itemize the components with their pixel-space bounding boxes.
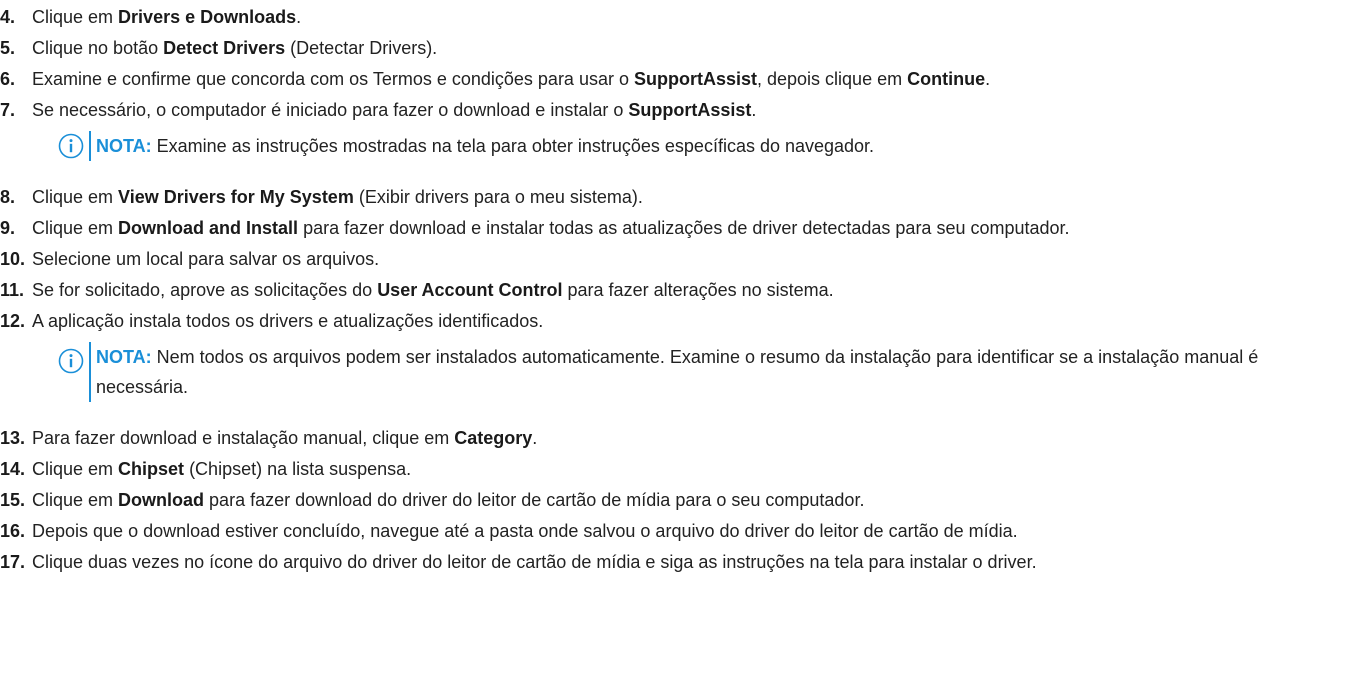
step-text: Se for solicitado, aprove as solicitaçõe… bbox=[32, 280, 834, 300]
step-number: 5. bbox=[0, 38, 16, 58]
step-text: Clique em Chipset (Chipset) na lista sus… bbox=[32, 459, 412, 479]
step-text: Clique em Download para fazer download d… bbox=[32, 490, 865, 510]
step-number: 12. bbox=[0, 311, 26, 331]
document: 4. Clique em Drivers e Downloads. 5. Cli… bbox=[0, 0, 1359, 681]
step-7: 7. Se necessário, o computador é iniciad… bbox=[0, 95, 1359, 125]
note-text: NOTA: Nem todos os arquivos podem ser in… bbox=[96, 347, 1259, 397]
step-number: 11. bbox=[0, 280, 25, 300]
note-box: NOTA: Examine as instruções mostradas na… bbox=[58, 131, 1348, 161]
step-number: 16. bbox=[0, 521, 26, 541]
step-11: 11. Se for solicitado, aprove as solicit… bbox=[0, 275, 1359, 305]
step-10: 10. Selecione um local para salvar os ar… bbox=[0, 244, 1359, 274]
step-8: 8. Clique em View Drivers for My System … bbox=[0, 182, 1359, 212]
step-text: A aplicação instala todos os drivers e a… bbox=[32, 311, 544, 331]
step-text: Para fazer download e instalação manual,… bbox=[32, 428, 538, 448]
step-text: Clique no botão Detect Drivers (Detectar… bbox=[32, 38, 438, 58]
step-text: Clique em Drivers e Downloads. bbox=[32, 7, 302, 27]
step-6: 6. Examine e confirme que concorda com o… bbox=[0, 64, 1359, 94]
step-number: 8. bbox=[0, 187, 16, 207]
step-17: 17. Clique duas vezes no ícone do arquiv… bbox=[0, 547, 1359, 577]
step-14: 14. Clique em Chipset (Chipset) na lista… bbox=[0, 454, 1359, 484]
step-text: Clique em View Drivers for My System (Ex… bbox=[32, 187, 643, 207]
step-number: 15. bbox=[0, 490, 26, 510]
note-accent-bar bbox=[89, 131, 91, 161]
step-text: Clique duas vezes no ícone do arquivo do… bbox=[32, 552, 1037, 572]
step-text: Examine e confirme que concorda com os T… bbox=[32, 69, 991, 89]
step-number: 4. bbox=[0, 7, 16, 27]
step-number: 14. bbox=[0, 459, 26, 479]
step-5: 5. Clique no botão Detect Drivers (Detec… bbox=[0, 33, 1359, 63]
step-number: 13. bbox=[0, 428, 26, 448]
step-text: Se necessário, o computador é iniciado p… bbox=[32, 100, 757, 120]
step-9: 9. Clique em Download and Install para f… bbox=[0, 213, 1359, 243]
step-number: 7. bbox=[0, 100, 16, 120]
step-text: Selecione um local para salvar os arquiv… bbox=[32, 249, 380, 269]
step-text: Depois que o download estiver concluído,… bbox=[32, 521, 1018, 541]
step-text: Clique em Download and Install para faze… bbox=[32, 218, 1070, 238]
step-12: 12. A aplicação instala todos os drivers… bbox=[0, 306, 1359, 336]
step-4: 4. Clique em Drivers e Downloads. bbox=[0, 2, 1359, 32]
step-15: 15. Clique em Download para fazer downlo… bbox=[0, 485, 1359, 515]
step-16: 16. Depois que o download estiver conclu… bbox=[0, 516, 1359, 546]
info-icon bbox=[58, 348, 84, 374]
note-accent-bar bbox=[89, 342, 91, 402]
info-icon bbox=[58, 133, 84, 159]
note-box: NOTA: Nem todos os arquivos podem ser in… bbox=[58, 342, 1348, 402]
step-number: 9. bbox=[0, 218, 16, 238]
note-text: NOTA: Examine as instruções mostradas na… bbox=[96, 136, 875, 156]
step-number: 6. bbox=[0, 69, 16, 89]
step-number: 17. bbox=[0, 552, 26, 572]
step-number: 10. bbox=[0, 249, 26, 269]
step-13: 13. Para fazer download e instalação man… bbox=[0, 423, 1359, 453]
